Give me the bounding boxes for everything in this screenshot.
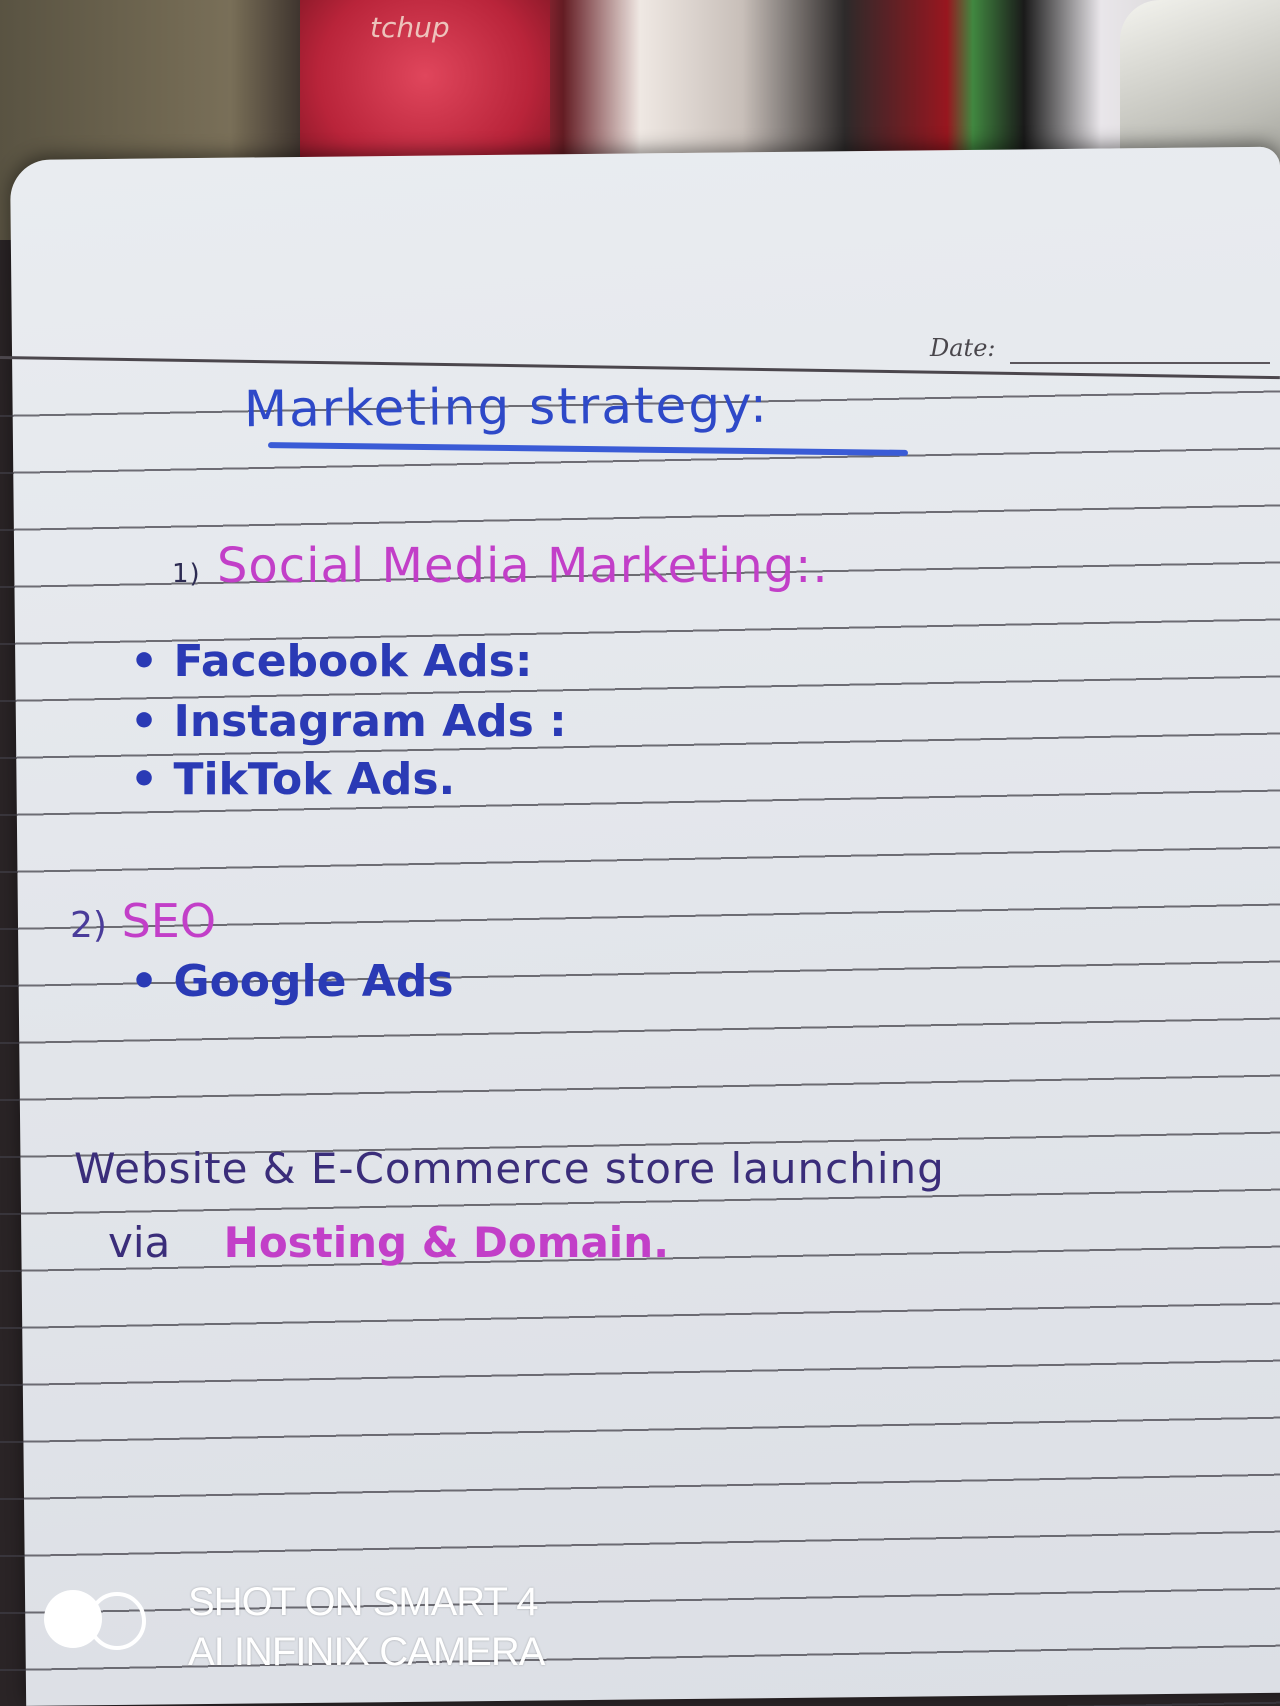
ketchup-package-text: tchup bbox=[370, 11, 450, 44]
list-item-text: Google Ads bbox=[173, 956, 454, 1007]
date-line bbox=[1010, 362, 1270, 364]
note-line-2-highlight: Hosting & Domain. bbox=[223, 1218, 670, 1267]
section-2-title: SEO bbox=[121, 894, 217, 948]
note-line-2-prefix: via bbox=[108, 1218, 171, 1267]
camera-watermark-line-2: AI INFINIX CAMERA bbox=[188, 1630, 545, 1674]
camera-watermark-line-1: SHOT ON SMART 4 bbox=[188, 1580, 539, 1624]
section-1-number: 1) bbox=[172, 559, 201, 589]
section-1-title: Social Media Marketing:. bbox=[216, 538, 829, 594]
section-2-number: 2) bbox=[70, 905, 107, 946]
camera-logo-ring bbox=[88, 1592, 146, 1650]
list-item: • Google Ads bbox=[130, 956, 454, 1007]
list-item: • Facebook Ads: bbox=[130, 636, 533, 687]
note-line-1: Website & E-Commerce store launching bbox=[74, 1144, 945, 1193]
note-line-2: via Hosting & Domain. bbox=[108, 1222, 669, 1264]
date-label: Date: bbox=[930, 334, 996, 362]
list-item-text: Instagram Ads : bbox=[173, 696, 567, 747]
camera-logo-icon bbox=[44, 1586, 148, 1652]
section-2-heading: 2) SEO bbox=[70, 898, 216, 944]
list-item: • TikTok Ads. bbox=[130, 754, 456, 805]
list-item-text: Facebook Ads: bbox=[173, 636, 533, 687]
section-1-heading: 1) Social Media Marketing:. bbox=[172, 542, 829, 590]
list-item: • Instagram Ads : bbox=[130, 696, 567, 747]
list-item-text: TikTok Ads. bbox=[173, 754, 456, 805]
page-title: Marketing strategy: bbox=[243, 375, 770, 439]
